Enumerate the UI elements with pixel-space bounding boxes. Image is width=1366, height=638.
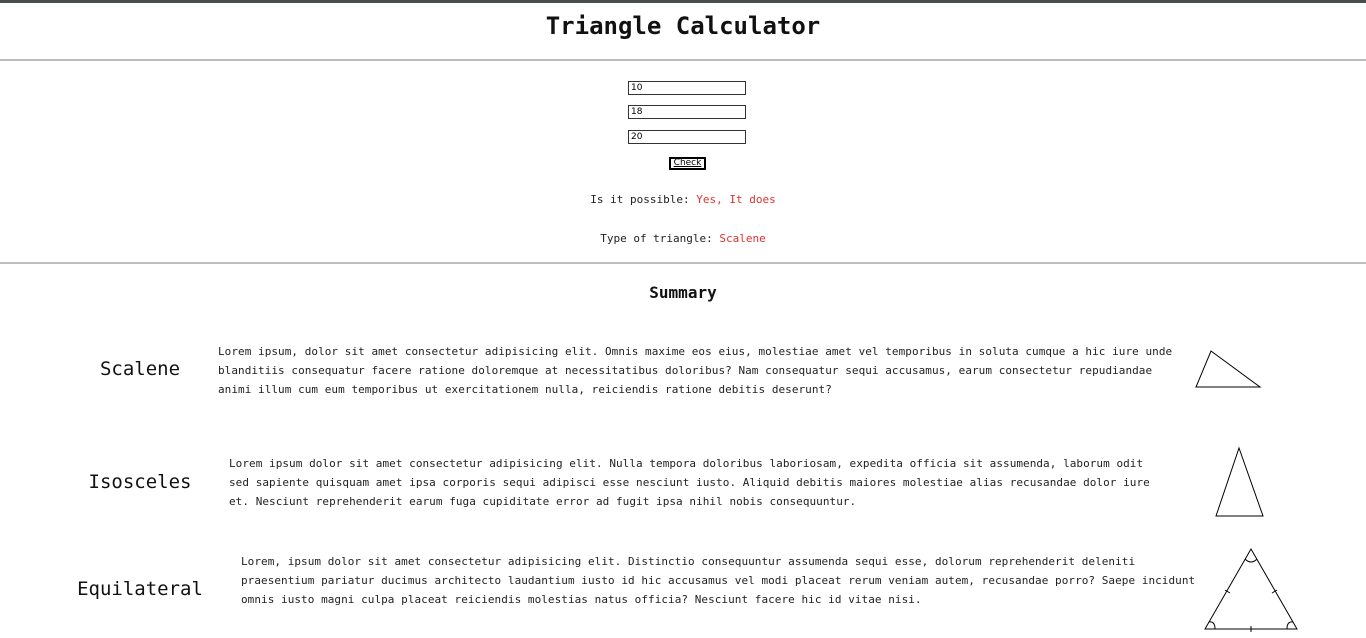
- isosceles-triangle-icon: [1215, 446, 1264, 517]
- possible-value: Yes, It does: [696, 193, 776, 206]
- type-value: Scalene: [719, 232, 766, 245]
- top-border: [0, 0, 1366, 3]
- scalene-triangle-icon: [1195, 350, 1262, 388]
- side-a-input[interactable]: [628, 81, 746, 95]
- equilateral-description: Lorem, ipsum dolor sit amet consectetur …: [241, 555, 1196, 606]
- check-button[interactable]: Check: [669, 157, 706, 170]
- side-c-input[interactable]: [628, 130, 746, 144]
- divider: [0, 59, 1366, 61]
- possible-label: Is it possible:: [590, 193, 690, 206]
- scalene-description: Lorem ipsum, dolor sit amet consectetur …: [218, 345, 1173, 396]
- isosceles-heading: Isosceles: [88, 471, 192, 493]
- divider: [0, 262, 1366, 264]
- type-label: Type of triangle:: [600, 232, 713, 245]
- side-b-input[interactable]: [628, 105, 746, 119]
- equilateral-triangle-icon: [1204, 547, 1298, 632]
- type-result: Type of triangle: Scalene: [0, 232, 1366, 245]
- isosceles-description: Lorem ipsum dolor sit amet consectetur a…: [229, 457, 1150, 508]
- scalene-heading: Scalene: [99, 358, 181, 380]
- equilateral-heading: Equilateral: [77, 578, 203, 600]
- page-title: Triangle Calculator: [545, 12, 821, 40]
- possible-result: Is it possible: Yes, It does: [0, 193, 1366, 206]
- summary-title: Summary: [649, 283, 717, 302]
